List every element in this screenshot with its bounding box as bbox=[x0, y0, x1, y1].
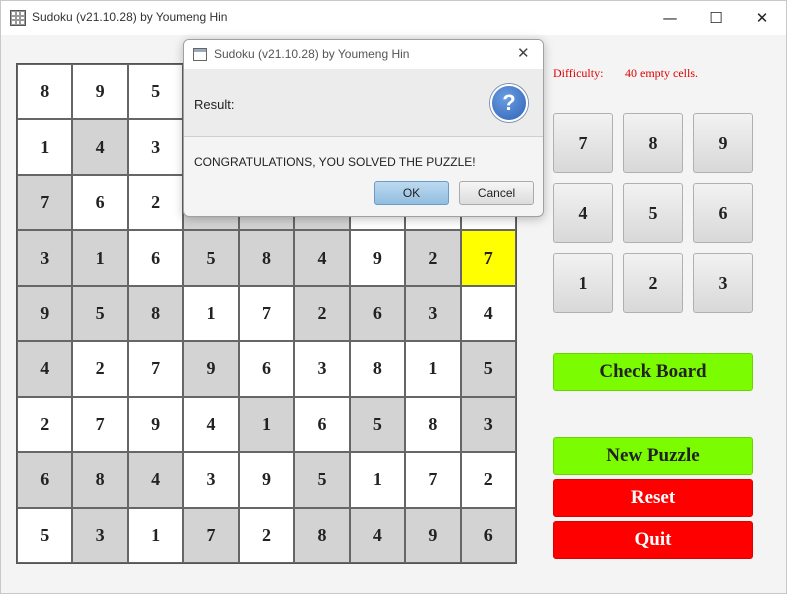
sudoku-cell[interactable]: 2 bbox=[238, 507, 295, 563]
sudoku-cell[interactable]: 1 bbox=[349, 452, 406, 508]
numpad-button[interactable]: 5 bbox=[623, 183, 683, 243]
sudoku-cell[interactable]: 5 bbox=[349, 396, 406, 453]
sudoku-cell[interactable]: 5 bbox=[183, 230, 239, 286]
difficulty-label: Difficulty: bbox=[553, 66, 604, 80]
ok-button[interactable]: OK bbox=[374, 181, 449, 205]
sudoku-cell[interactable]: 2 bbox=[127, 174, 184, 231]
main-window: Sudoku (v21.10.28) by Youmeng Hin — ☐ ✕ … bbox=[0, 0, 787, 594]
sudoku-cell[interactable]: 3 bbox=[405, 285, 461, 342]
sudoku-cell[interactable]: 9 bbox=[183, 341, 239, 397]
sudoku-cell[interactable]: 3 bbox=[127, 119, 184, 175]
sudoku-cell[interactable]: 6 bbox=[238, 341, 295, 397]
sudoku-cell[interactable]: 4 bbox=[17, 341, 73, 397]
numpad-button[interactable]: 4 bbox=[553, 183, 613, 243]
sudoku-cell[interactable]: 8 bbox=[349, 341, 406, 397]
sudoku-cell[interactable]: 6 bbox=[460, 507, 516, 563]
sudoku-cell[interactable]: 1 bbox=[127, 507, 184, 563]
sudoku-cell[interactable]: 9 bbox=[72, 64, 128, 120]
check-board-button[interactable]: Check Board bbox=[553, 353, 753, 391]
sudoku-cell[interactable]: 4 bbox=[294, 230, 350, 286]
sudoku-cell[interactable]: 4 bbox=[72, 119, 128, 175]
reset-button[interactable]: Reset bbox=[553, 479, 753, 517]
sudoku-cell[interactable]: 7 bbox=[17, 174, 73, 231]
sudoku-cell[interactable]: 6 bbox=[17, 452, 73, 508]
cancel-button[interactable]: Cancel bbox=[459, 181, 534, 205]
close-button[interactable]: ✕ bbox=[739, 1, 785, 35]
window-title: Sudoku (v21.10.28) by Youmeng Hin bbox=[32, 10, 228, 24]
sudoku-cell[interactable]: 7 bbox=[460, 230, 516, 286]
sudoku-cell[interactable]: 2 bbox=[72, 341, 128, 397]
sudoku-cell[interactable]: 3 bbox=[460, 396, 516, 453]
sudoku-cell[interactable]: 5 bbox=[460, 341, 516, 397]
numpad-button[interactable]: 7 bbox=[553, 113, 613, 173]
dialog-close-button[interactable]: ✕ bbox=[517, 44, 530, 62]
numpad-button[interactable]: 9 bbox=[693, 113, 753, 173]
sudoku-cell[interactable]: 6 bbox=[349, 285, 406, 342]
sudoku-cell[interactable]: 3 bbox=[72, 507, 128, 563]
sudoku-cell[interactable]: 2 bbox=[460, 452, 516, 508]
sudoku-cell[interactable]: 5 bbox=[17, 507, 73, 563]
question-icon: ? bbox=[490, 84, 528, 122]
sudoku-cell[interactable]: 1 bbox=[183, 285, 239, 342]
sudoku-cell[interactable]: 8 bbox=[238, 230, 295, 286]
sudoku-cell[interactable]: 9 bbox=[349, 230, 406, 286]
sudoku-cell[interactable]: 8 bbox=[17, 64, 73, 120]
sudoku-cell[interactable]: 6 bbox=[127, 230, 184, 286]
sudoku-cell[interactable]: 7 bbox=[405, 452, 461, 508]
sudoku-cell[interactable]: 6 bbox=[72, 174, 128, 231]
sudoku-app-icon bbox=[10, 10, 26, 26]
sudoku-cell[interactable]: 5 bbox=[294, 452, 350, 508]
sudoku-cell[interactable]: 9 bbox=[238, 452, 295, 508]
sudoku-cell[interactable]: 8 bbox=[127, 285, 184, 342]
minimize-button[interactable]: — bbox=[647, 1, 693, 35]
dialog-header: Result: ? bbox=[184, 69, 543, 137]
new-puzzle-button[interactable]: New Puzzle bbox=[553, 437, 753, 475]
dialog-message: CONGRATULATIONS, YOU SOLVED THE PUZZLE! bbox=[194, 155, 476, 169]
sudoku-cell[interactable]: 2 bbox=[405, 230, 461, 286]
sudoku-cell[interactable]: 1 bbox=[405, 341, 461, 397]
sudoku-cell[interactable]: 4 bbox=[460, 285, 516, 342]
sudoku-cell[interactable]: 7 bbox=[72, 396, 128, 453]
maximize-button[interactable]: ☐ bbox=[693, 1, 739, 35]
sudoku-cell[interactable]: 4 bbox=[183, 396, 239, 453]
sudoku-cell[interactable]: 2 bbox=[294, 285, 350, 342]
sudoku-cell[interactable]: 3 bbox=[183, 452, 239, 508]
sudoku-cell[interactable]: 1 bbox=[17, 119, 73, 175]
sudoku-cell[interactable]: 1 bbox=[72, 230, 128, 286]
sudoku-cell[interactable]: 8 bbox=[294, 507, 350, 563]
numpad-button[interactable]: 3 bbox=[693, 253, 753, 313]
dialog-title: Sudoku (v21.10.28) by Youmeng Hin bbox=[214, 47, 410, 61]
title-bar: Sudoku (v21.10.28) by Youmeng Hin — ☐ ✕ bbox=[1, 1, 786, 35]
sudoku-cell[interactable]: 9 bbox=[17, 285, 73, 342]
sudoku-cell[interactable]: 7 bbox=[183, 507, 239, 563]
sudoku-cell[interactable]: 3 bbox=[17, 230, 73, 286]
numpad-button[interactable]: 1 bbox=[553, 253, 613, 313]
numpad-button[interactable]: 8 bbox=[623, 113, 683, 173]
result-dialog: Sudoku (v21.10.28) by Youmeng Hin ✕ Resu… bbox=[183, 39, 544, 217]
sudoku-cell[interactable]: 8 bbox=[405, 396, 461, 453]
sudoku-cell[interactable]: 6 bbox=[294, 396, 350, 453]
sudoku-cell[interactable]: 7 bbox=[127, 341, 184, 397]
window-icon bbox=[193, 48, 207, 61]
numpad-button[interactable]: 2 bbox=[623, 253, 683, 313]
quit-button[interactable]: Quit bbox=[553, 521, 753, 559]
sudoku-cell[interactable]: 5 bbox=[127, 64, 184, 120]
sudoku-cell[interactable]: 1 bbox=[238, 396, 295, 453]
sudoku-cell[interactable]: 9 bbox=[405, 507, 461, 563]
dialog-title-bar: Sudoku (v21.10.28) by Youmeng Hin ✕ bbox=[184, 40, 543, 69]
sudoku-cell[interactable]: 4 bbox=[127, 452, 184, 508]
sudoku-cell[interactable]: 7 bbox=[238, 285, 295, 342]
sudoku-cell[interactable]: 3 bbox=[294, 341, 350, 397]
sudoku-cell[interactable]: 2 bbox=[17, 396, 73, 453]
sudoku-cell[interactable]: 5 bbox=[72, 285, 128, 342]
sudoku-cell[interactable]: 8 bbox=[72, 452, 128, 508]
sudoku-cell[interactable]: 4 bbox=[349, 507, 406, 563]
numpad-button[interactable]: 6 bbox=[693, 183, 753, 243]
sudoku-cell[interactable]: 9 bbox=[127, 396, 184, 453]
difficulty-value: 40 empty cells. bbox=[625, 66, 698, 80]
dialog-header-text: Result: bbox=[194, 97, 235, 112]
